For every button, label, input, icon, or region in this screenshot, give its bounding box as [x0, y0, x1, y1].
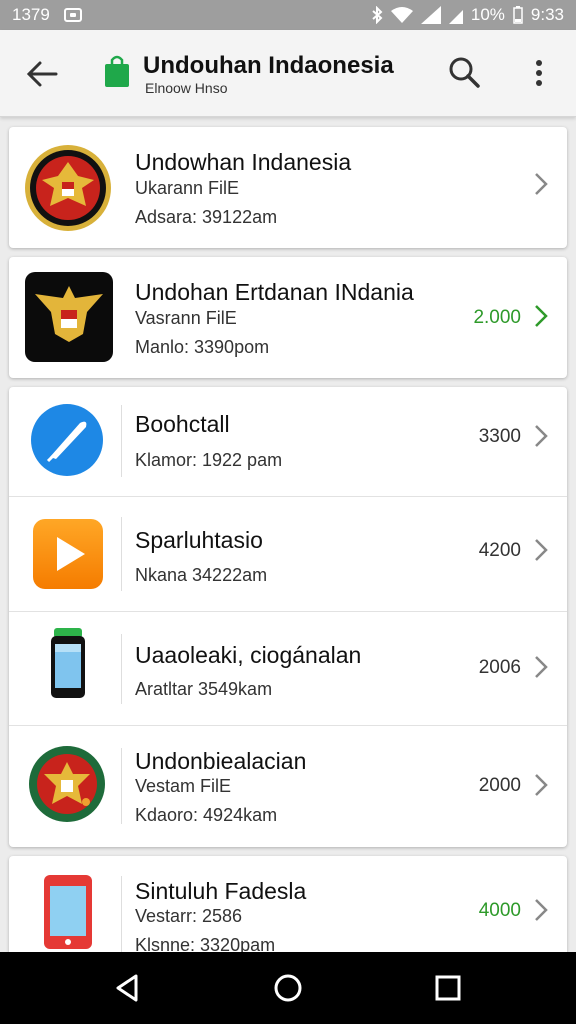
bluetooth-icon: [372, 6, 383, 24]
list-card: Undowhan Indanesia Ukarann FilE Adsara: …: [9, 127, 567, 248]
chevron-right-icon: [535, 774, 548, 796]
play-tile-icon: [33, 519, 103, 589]
list-card: Undohan Ertdanan INdania Vasrann FilE Ma…: [9, 257, 567, 378]
garuda-black-tile-icon: [25, 272, 113, 362]
list-item[interactable]: Uaaoleaki, ciogánalan Aratltar 3549kam 2…: [9, 612, 567, 725]
item-name: Uaaoleaki, ciogánalan: [135, 642, 362, 668]
list-item[interactable]: Sparluhtasio Nkana 34222am 4200: [9, 497, 567, 611]
item-name: Boohctall: [135, 411, 230, 437]
battery-percent: 10%: [470, 5, 505, 24]
list-item[interactable]: Undonbiealacian Vestam FilE Kdaoro: 4924…: [9, 726, 567, 847]
app-bar: Undouhan Indaonesia Elnoow Hnso: [0, 30, 576, 117]
chevron-right-icon: [535, 173, 548, 195]
red-tablet-icon: [44, 875, 92, 949]
item-count: 2000: [478, 775, 521, 796]
chevron-right-icon: [535, 899, 548, 921]
item-meta: Klamor: 1922 pam: [135, 450, 283, 470]
chevron-right-icon: [535, 656, 548, 678]
item-name: Undowhan Indanesia: [135, 149, 352, 175]
list-card: Boohctall Klamor: 1922 pam 3300 Sparluht…: [9, 387, 567, 847]
back-arrow-icon[interactable]: [22, 54, 62, 94]
nav-recents-icon[interactable]: [432, 972, 464, 1004]
item-name: Sparluhtasio: [135, 527, 263, 553]
row-divider: [121, 634, 122, 704]
item-meta: Adsara: 39122am: [135, 207, 278, 227]
search-icon[interactable]: [446, 54, 482, 90]
shopping-bag-icon: [105, 55, 129, 87]
chevron-right-icon: [535, 305, 548, 327]
item-meta: Manlo: 3390pom: [135, 337, 270, 357]
status-bar: 1379 10% 9:33: [0, 0, 576, 30]
item-type: Vestarr: 2586: [135, 906, 243, 926]
page-subtitle: Elnoow Hnso: [145, 80, 228, 96]
item-type: Ukarann FilE: [135, 178, 240, 198]
list-item[interactable]: Sintuluh Fadesla Vestarr: 2586 Klsnne: 3…: [9, 856, 567, 966]
item-name: Undonbiealacian: [135, 748, 307, 774]
item-name: Sintuluh Fadesla: [135, 878, 307, 904]
chevron-right-icon: [535, 539, 548, 561]
row-divider: [121, 517, 122, 591]
item-meta: Nkana 34222am: [135, 565, 268, 585]
garuda-emblem-icon: [25, 145, 111, 231]
chevron-right-icon: [535, 425, 548, 447]
wifi-icon: [390, 7, 413, 23]
item-meta: Aratltar 3549kam: [135, 679, 273, 699]
list-item[interactable]: Boohctall Klamor: 1922 pam 3300: [9, 387, 567, 496]
signal-secondary-icon: [448, 10, 463, 24]
list-item[interactable]: Undowhan Indanesia Ukarann FilE Adsara: …: [9, 127, 567, 248]
status-time-right: 9:33: [530, 5, 564, 24]
phone-battery-icon: [51, 628, 85, 698]
nav-home-icon[interactable]: [272, 972, 304, 1004]
item-type: Vasrann FilE: [135, 308, 237, 328]
item-count: 4000: [478, 900, 521, 921]
system-nav-bar: [0, 952, 576, 1024]
row-divider: [121, 876, 122, 956]
item-meta: Kdaoro: 4924kam: [135, 805, 278, 825]
more-vert-icon[interactable]: [527, 54, 551, 94]
signal-icon: [420, 6, 441, 24]
blue-feather-icon: [31, 404, 103, 476]
item-count: 4200: [478, 540, 521, 561]
item-type: Vestam FilE: [135, 776, 232, 796]
list-item[interactable]: Undohan Ertdanan INdania Vasrann FilE Ma…: [9, 257, 567, 378]
garuda-green-circle-icon: [29, 746, 105, 822]
nav-back-icon[interactable]: [112, 972, 144, 1004]
status-time-left: 1379: [12, 5, 50, 24]
item-count: 2006: [478, 657, 521, 678]
row-divider: [121, 748, 122, 824]
battery-icon: [513, 6, 523, 24]
page-title: Undouhan Indaonesia: [143, 52, 394, 79]
item-count: 2.000: [473, 307, 521, 328]
item-name: Undohan Ertdanan INdania: [135, 279, 414, 305]
row-divider: [121, 405, 122, 477]
notification-icon: [63, 8, 82, 22]
item-count: 3300: [478, 426, 521, 447]
list-card: Sintuluh Fadesla Vestarr: 2586 Klsnne: 3…: [9, 856, 567, 966]
